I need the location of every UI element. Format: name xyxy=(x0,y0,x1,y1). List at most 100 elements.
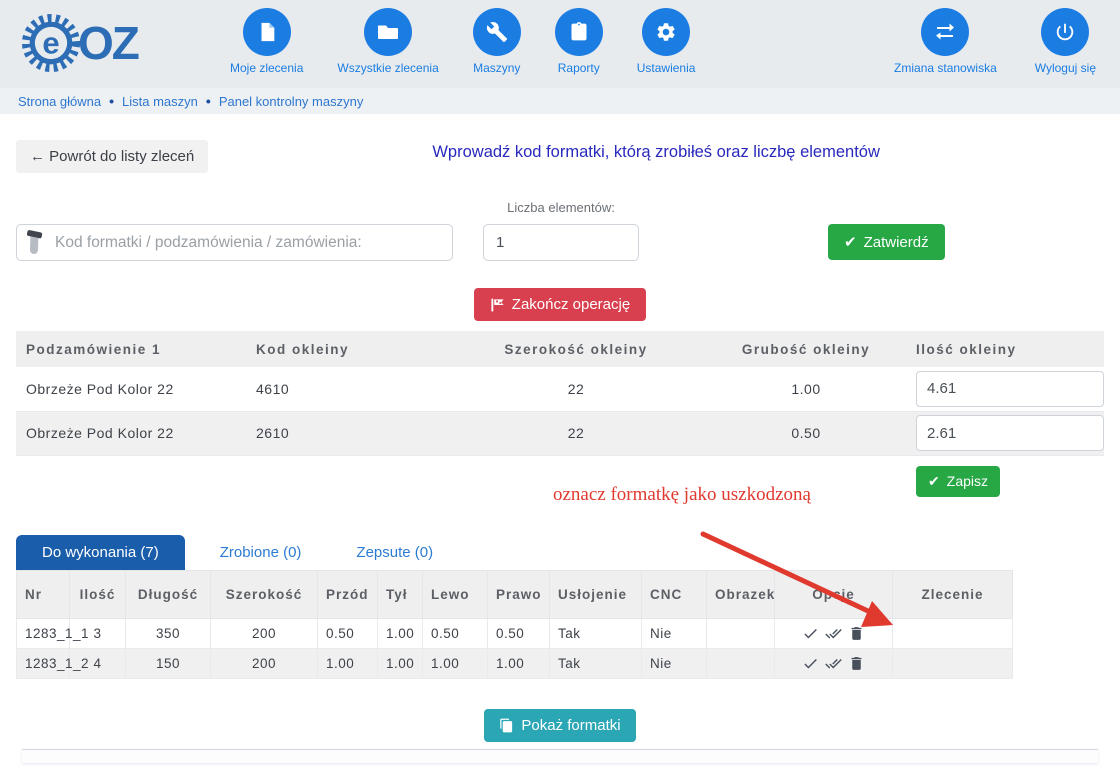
nav-item-wyloguj[interactable]: Wyloguj się xyxy=(1035,8,1096,75)
col-dlugosc: Długość xyxy=(126,570,211,618)
col-szerokosc: Szerokość xyxy=(211,570,318,618)
user-nav: Zmiana stanowiska Wyloguj się xyxy=(894,8,1096,75)
scan-form: Liczba elementów: ✔ Zatwierdź xyxy=(16,200,1104,261)
save-button[interactable]: ✔ Zapisz xyxy=(916,466,1000,497)
folder-icon xyxy=(364,8,412,56)
quantity-label: Liczba elementów: xyxy=(483,200,639,215)
trash-icon[interactable] xyxy=(848,655,865,672)
col-prawo: Prawo xyxy=(488,570,550,618)
finish-button-label: Zakończ operację xyxy=(512,296,630,313)
nav-item-raporty[interactable]: Raporty xyxy=(555,8,603,75)
main-nav: Moje zlecenia Wszystkie zlecenia Maszyny… xyxy=(230,8,695,75)
cell-podzamowienie: Obrzeże Pod Kolor 22 xyxy=(16,411,246,455)
cell-kod: 2610 xyxy=(246,411,446,455)
gear-icon xyxy=(642,8,690,56)
show-formatki-button[interactable]: Pokaż formatki xyxy=(484,709,635,742)
col-obrazek: Obrazek xyxy=(707,570,775,618)
double-check-icon[interactable] xyxy=(824,625,843,642)
cell-przod: 1.00 xyxy=(318,648,378,678)
finish-operation-button[interactable]: Zakończ operację xyxy=(474,288,646,321)
nav-label: Maszyny xyxy=(473,61,520,75)
cell-opcje xyxy=(783,655,884,672)
breadcrumb-separator: • xyxy=(206,93,211,109)
nav-item-maszyny[interactable]: Maszyny xyxy=(473,8,521,75)
nav-item-wszystkie-zlecenia[interactable]: Wszystkie zlecenia xyxy=(337,8,438,75)
back-to-orders-button[interactable]: ← Powrót do listy zleceń xyxy=(16,140,208,173)
app-logo[interactable]: e OZ xyxy=(20,8,216,78)
breadcrumb-separator: • xyxy=(109,93,114,109)
code-input[interactable] xyxy=(16,224,453,261)
show-formatki-label: Pokaż formatki xyxy=(521,717,620,734)
col-cnc: CNC xyxy=(642,570,707,618)
col-grubosc-okleiny: Grubość okleiny xyxy=(706,331,906,367)
col-szerokosc-okleiny: Szerokość okleiny xyxy=(446,331,706,367)
col-przod: Przód xyxy=(318,570,378,618)
breadcrumb-panel-kontrolny[interactable]: Panel kontrolny maszyny xyxy=(219,94,364,109)
nav-label: Moje zlecenia xyxy=(230,61,303,75)
logo-gear-icon: e xyxy=(20,12,82,74)
cell-cnc: Nie xyxy=(642,618,707,648)
cell-lewo: 0.50 xyxy=(423,618,488,648)
nav-item-zmiana-stanowiska[interactable]: Zmiana stanowiska xyxy=(894,8,997,75)
col-tyl: Tył xyxy=(378,570,423,618)
cell-opcje xyxy=(783,625,884,642)
cell-nr: 1283_1_2 xyxy=(17,648,70,678)
okleina-row: Obrzeże Pod Kolor 22 2610 22 0.50 xyxy=(16,411,1104,455)
formatka-row: 1283_1_2 4 150 200 1.00 1.00 1.00 1.00 T… xyxy=(17,648,1013,678)
col-ilosc-okleiny: Ilość okleiny xyxy=(906,331,1104,367)
col-opcje: Opcje xyxy=(775,570,893,618)
tab-zrobione[interactable]: Zrobione (0) xyxy=(200,535,322,570)
cell-cnc: Nie xyxy=(642,648,707,678)
cell-kod: 4610 xyxy=(246,367,446,411)
col-zlecenie: Zlecenie xyxy=(893,570,1013,618)
cell-zlecenie xyxy=(893,618,1013,648)
cell-zlecenie xyxy=(893,648,1013,678)
nav-label: Ustawienia xyxy=(637,61,696,75)
nav-item-ustawienia[interactable]: Ustawienia xyxy=(637,8,696,75)
clipboard-icon xyxy=(555,8,603,56)
cell-szerokosc: 22 xyxy=(446,411,706,455)
nav-item-moje-zlecenia[interactable]: Moje zlecenia xyxy=(230,8,303,75)
okleina-table: Podzamówienie 1 Kod okleiny Szerokość ok… xyxy=(16,331,1104,456)
formatki-tabs: Do wykonania (7) Zrobione (0) Zepsute (0… xyxy=(16,535,1104,570)
barcode-scanner-icon xyxy=(25,230,50,256)
breadcrumb-lista-maszyn[interactable]: Lista maszyn xyxy=(122,94,198,109)
ilosc-okleiny-input[interactable] xyxy=(916,371,1104,407)
cell-obrazek xyxy=(707,648,775,678)
checkered-flag-icon xyxy=(490,297,505,313)
tab-zepsute[interactable]: Zepsute (0) xyxy=(336,535,453,570)
page-title: Wprowadź kod formatki, którą zrobiłeś or… xyxy=(208,140,1104,162)
col-uslojenie: Usłojenie xyxy=(550,570,642,618)
cell-szerokosc: 200 xyxy=(211,648,318,678)
check-done-icon[interactable] xyxy=(802,655,819,672)
double-check-icon[interactable] xyxy=(824,655,843,672)
cell-uslojenie: Tak xyxy=(550,648,642,678)
cell-prawo: 1.00 xyxy=(488,648,550,678)
cell-grubosc: 0.50 xyxy=(706,411,906,455)
cell-dlugosc: 150 xyxy=(126,648,211,678)
cell-tyl: 1.00 xyxy=(378,618,423,648)
cell-tyl: 1.00 xyxy=(378,648,423,678)
check-icon: ✔ xyxy=(928,473,940,490)
nav-label: Raporty xyxy=(558,61,600,75)
trash-icon[interactable] xyxy=(848,625,865,642)
confirm-button[interactable]: ✔ Zatwierdź xyxy=(828,224,945,260)
copy-pages-icon xyxy=(499,717,514,734)
nav-label: Wszystkie zlecenia xyxy=(337,61,438,75)
cell-uslojenie: Tak xyxy=(550,618,642,648)
okleina-row: Obrzeże Pod Kolor 22 4610 22 1.00 xyxy=(16,367,1104,411)
logo-letter-e: e xyxy=(42,25,59,60)
left-arrow-icon: ← xyxy=(30,148,45,165)
check-done-icon[interactable] xyxy=(802,625,819,642)
col-lewo: Lewo xyxy=(423,570,488,618)
wrench-icon xyxy=(473,8,521,56)
quantity-input[interactable] xyxy=(483,224,639,261)
exchange-icon xyxy=(921,8,969,56)
cell-lewo: 1.00 xyxy=(423,648,488,678)
breadcrumb-home[interactable]: Strona główna xyxy=(18,94,101,109)
footer-divider xyxy=(22,749,1098,763)
ilosc-okleiny-input[interactable] xyxy=(916,415,1104,451)
cell-prawo: 0.50 xyxy=(488,618,550,648)
tab-do-wykonania[interactable]: Do wykonania (7) xyxy=(16,535,185,570)
confirm-button-label: Zatwierdź xyxy=(864,234,929,251)
